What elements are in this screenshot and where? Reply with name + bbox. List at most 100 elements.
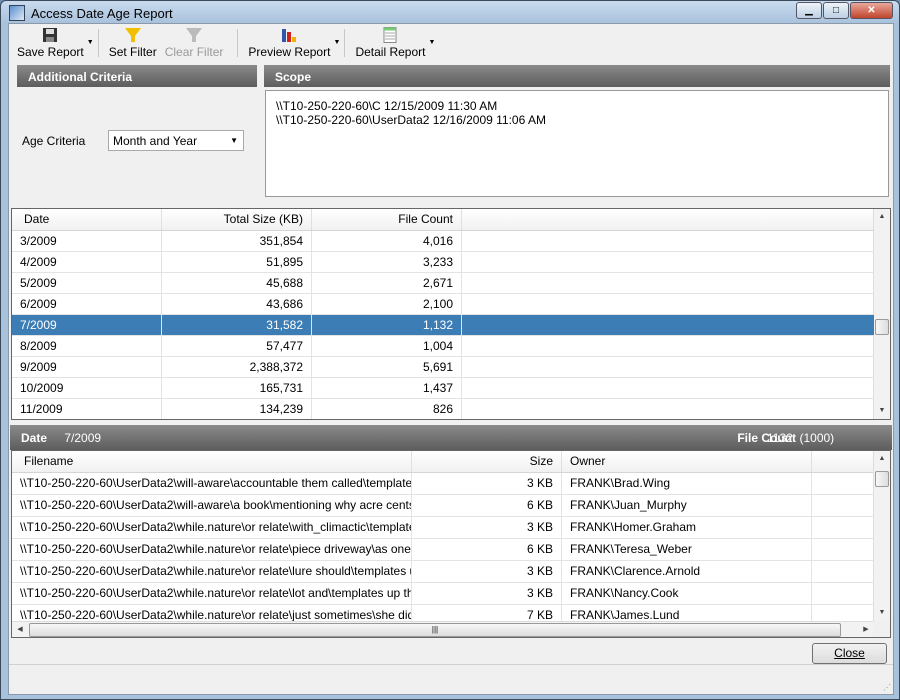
file-count-cell: 3,233 xyxy=(312,252,462,272)
preview-report-button[interactable]: Preview Report ▼ xyxy=(244,25,340,61)
summary-header: Date Total Size (KB) File Count xyxy=(12,209,874,231)
close-window-button[interactable]: ✕ xyxy=(850,2,893,19)
summary-row[interactable]: 4/2009 51,895 3,233 xyxy=(12,252,874,273)
date-cell: 9/2009 xyxy=(12,357,162,377)
clear-filter-button[interactable]: Clear Filter xyxy=(161,25,228,61)
summary-row[interactable]: 9/2009 2,388,372 5,691 xyxy=(12,357,874,378)
column-header-total-size[interactable]: Total Size (KB) xyxy=(162,209,312,230)
detail-vscrollbar[interactable]: ▲ ▼ xyxy=(873,451,890,621)
column-header-size[interactable]: Size xyxy=(412,451,562,472)
summary-scrollbar[interactable]: ▲ ▼ xyxy=(873,209,890,419)
filler-cell xyxy=(462,315,874,335)
detail-grid: Filename Size Owner \\T10-250-220-60\Use… xyxy=(11,450,891,638)
file-count-cell: 2,100 xyxy=(312,294,462,314)
filler-cell xyxy=(812,561,874,582)
filler-cell xyxy=(812,583,874,604)
scroll-up-icon[interactable]: ▲ xyxy=(874,451,890,467)
column-header-file-count[interactable]: File Count xyxy=(312,209,462,230)
file-count-cell: 1,437 xyxy=(312,378,462,398)
detail-hscrollbar[interactable]: ◀ ||| ▶ xyxy=(12,621,874,637)
summary-row[interactable]: 11/2009 134,239 826 xyxy=(12,399,874,419)
scroll-thumb[interactable] xyxy=(875,471,889,487)
summary-row[interactable]: 5/2009 45,688 2,671 xyxy=(12,273,874,294)
filler-cell xyxy=(462,336,874,356)
scroll-left-icon[interactable]: ◀ xyxy=(12,622,28,637)
filename-cell: \\T10-250-220-60\UserData2\while.nature\… xyxy=(12,583,412,604)
additional-criteria-header: Additional Criteria xyxy=(17,65,257,87)
total-size-cell: 45,688 xyxy=(162,273,312,293)
filler-cell xyxy=(812,495,874,516)
column-header-owner[interactable]: Owner xyxy=(562,451,812,472)
maximize-button[interactable]: □ xyxy=(823,2,849,19)
scroll-down-icon[interactable]: ▼ xyxy=(874,403,890,419)
size-cell: 6 KB xyxy=(412,495,562,516)
detail-row[interactable]: \\T10-250-220-60\UserData2\while.nature\… xyxy=(12,539,874,561)
total-size-cell: 165,731 xyxy=(162,378,312,398)
set-filter-label: Set Filter xyxy=(108,45,157,59)
detail-row[interactable]: \\T10-250-220-60\UserData2\will-aware\ac… xyxy=(12,473,874,495)
summary-row[interactable]: 3/2009 351,854 4,016 xyxy=(12,231,874,252)
save-dropdown-arrow-icon[interactable]: ▼ xyxy=(87,39,94,46)
date-cell: 8/2009 xyxy=(12,336,162,356)
window-title: Access Date Age Report xyxy=(31,5,173,21)
filler-cell xyxy=(462,378,874,398)
scope-box: \\T10-250-220-60\C 12/15/2009 11:30 AM \… xyxy=(265,90,889,197)
resize-grip-icon[interactable]: ⋰ xyxy=(883,683,891,692)
client-area: Save Report ▼ Set Filter Clear Filter Pr… xyxy=(8,23,894,695)
summary-row[interactable]: 7/2009 31,582 1,132 xyxy=(12,315,874,336)
clear-filter-label: Clear Filter xyxy=(164,45,224,59)
clear-filter-icon xyxy=(186,28,203,42)
scroll-down-icon[interactable]: ▼ xyxy=(874,605,890,621)
floppy-disk-icon xyxy=(43,28,58,42)
date-cell: 3/2009 xyxy=(12,231,162,251)
column-header-filler xyxy=(812,451,874,472)
summary-grid: Date Total Size (KB) File Count ▲ ▼ 3/20… xyxy=(11,208,891,420)
file-count-cell: 5,691 xyxy=(312,357,462,377)
column-header-filename[interactable]: Filename xyxy=(12,451,412,472)
detail-date-label: Date xyxy=(21,431,48,445)
detail-header: Date 7/2009 File Count 1132 (1000) xyxy=(10,425,892,450)
file-count-cell: 1,132 xyxy=(312,315,462,335)
file-count-cell: 4,016 xyxy=(312,231,462,251)
summary-row[interactable]: 6/2009 43,686 2,100 xyxy=(12,294,874,315)
summary-row[interactable]: 8/2009 57,477 1,004 xyxy=(12,336,874,357)
preview-dropdown-arrow-icon[interactable]: ▼ xyxy=(334,39,341,46)
filename-cell: \\T10-250-220-60\UserData2\will-aware\a … xyxy=(12,495,412,516)
column-header-date[interactable]: Date xyxy=(12,209,162,230)
owner-cell: FRANK\Clarence.Arnold xyxy=(562,561,812,582)
save-report-button[interactable]: Save Report ▼ xyxy=(13,25,94,61)
file-count-cell: 826 xyxy=(312,399,462,419)
summary-row[interactable]: 10/2009 165,731 1,437 xyxy=(12,378,874,399)
owner-cell: FRANK\Juan_Murphy xyxy=(562,495,812,516)
detail-header-row: Filename Size Owner xyxy=(12,451,874,473)
total-size-cell: 2,388,372 xyxy=(162,357,312,377)
age-criteria-select[interactable]: Month and Year ▼ xyxy=(108,130,244,151)
detail-report-button[interactable]: Detail Report ▼ xyxy=(351,25,435,61)
report-window: Access Date Age Report ▁ □ ✕ Save Report… xyxy=(0,0,900,700)
toolbar: Save Report ▼ Set Filter Clear Filter Pr… xyxy=(9,24,893,61)
detail-row[interactable]: \\T10-250-220-60\UserData2\while.nature\… xyxy=(12,517,874,539)
footer-divider xyxy=(9,664,893,665)
app-icon xyxy=(9,5,25,21)
filler-cell xyxy=(812,517,874,538)
detail-row[interactable]: \\T10-250-220-60\UserData2\while.nature\… xyxy=(12,561,874,583)
filler-cell xyxy=(462,252,874,272)
filename-cell: \\T10-250-220-60\UserData2\will-aware\ac… xyxy=(12,473,412,494)
scroll-thumb[interactable] xyxy=(875,319,889,335)
total-size-cell: 43,686 xyxy=(162,294,312,314)
detail-dropdown-arrow-icon[interactable]: ▼ xyxy=(429,39,436,46)
hscroll-thumb[interactable]: ||| xyxy=(29,623,841,637)
close-button[interactable]: Close xyxy=(812,643,887,664)
set-filter-button[interactable]: Set Filter xyxy=(105,25,161,61)
scroll-right-icon[interactable]: ▶ xyxy=(858,622,874,637)
filler-cell xyxy=(462,399,874,419)
scroll-up-icon[interactable]: ▲ xyxy=(874,209,890,225)
minimize-button[interactable]: ▁ xyxy=(796,2,822,19)
detail-row[interactable]: \\T10-250-220-60\UserData2\while.nature\… xyxy=(12,583,874,605)
owner-cell: FRANK\Nancy.Cook xyxy=(562,583,812,604)
scope-header: Scope xyxy=(264,65,890,87)
filename-cell: \\T10-250-220-60\UserData2\while.nature\… xyxy=(12,517,412,538)
filename-cell: \\T10-250-220-60\UserData2\while.nature\… xyxy=(12,561,412,582)
detail-row[interactable]: \\T10-250-220-60\UserData2\will-aware\a … xyxy=(12,495,874,517)
size-cell: 3 KB xyxy=(412,583,562,604)
